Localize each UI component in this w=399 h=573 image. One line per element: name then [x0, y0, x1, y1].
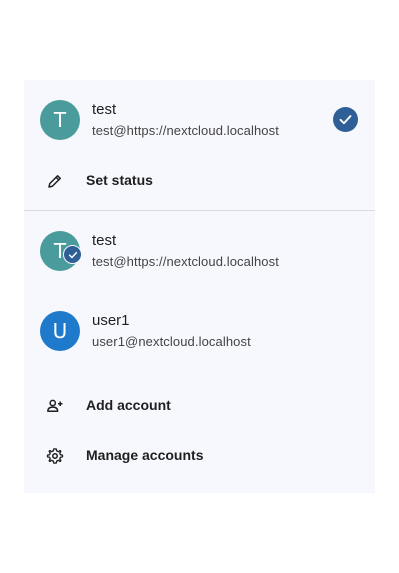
account-item-test[interactable]: T test test@https://nextcloud.localhost	[24, 221, 375, 281]
account-email: user1@nextcloud.localhost	[92, 334, 251, 349]
check-circle-icon	[333, 107, 358, 132]
current-account-avatar: T	[40, 100, 80, 140]
account-switcher-panel: T test test@https://nextcloud.localhost …	[24, 80, 375, 493]
add-person-icon	[46, 397, 64, 415]
add-account-button[interactable]: Add account	[24, 384, 375, 428]
set-status-label: Set status	[86, 172, 153, 188]
set-status-button[interactable]: Set status	[24, 159, 375, 203]
current-account-email: test@https://nextcloud.localhost	[92, 123, 279, 138]
divider	[24, 210, 375, 211]
gear-icon	[46, 447, 64, 465]
add-account-label: Add account	[86, 397, 171, 413]
account-email: test@https://nextcloud.localhost	[92, 254, 279, 269]
account-item-user1[interactable]: U user1 user1@nextcloud.localhost	[24, 301, 375, 361]
current-account-row: T test test@https://nextcloud.localhost	[24, 90, 375, 150]
current-account-avatar-letter: T	[53, 108, 67, 132]
manage-accounts-button[interactable]: Manage accounts	[24, 434, 375, 478]
account-avatar-letter: U	[52, 319, 68, 343]
current-account-name: test	[92, 101, 117, 118]
manage-accounts-label: Manage accounts	[86, 447, 204, 463]
account-avatar: U	[40, 311, 80, 351]
check-badge-icon	[63, 245, 82, 264]
pencil-icon	[46, 172, 64, 190]
account-name: test	[92, 232, 117, 249]
account-name: user1	[92, 312, 130, 329]
